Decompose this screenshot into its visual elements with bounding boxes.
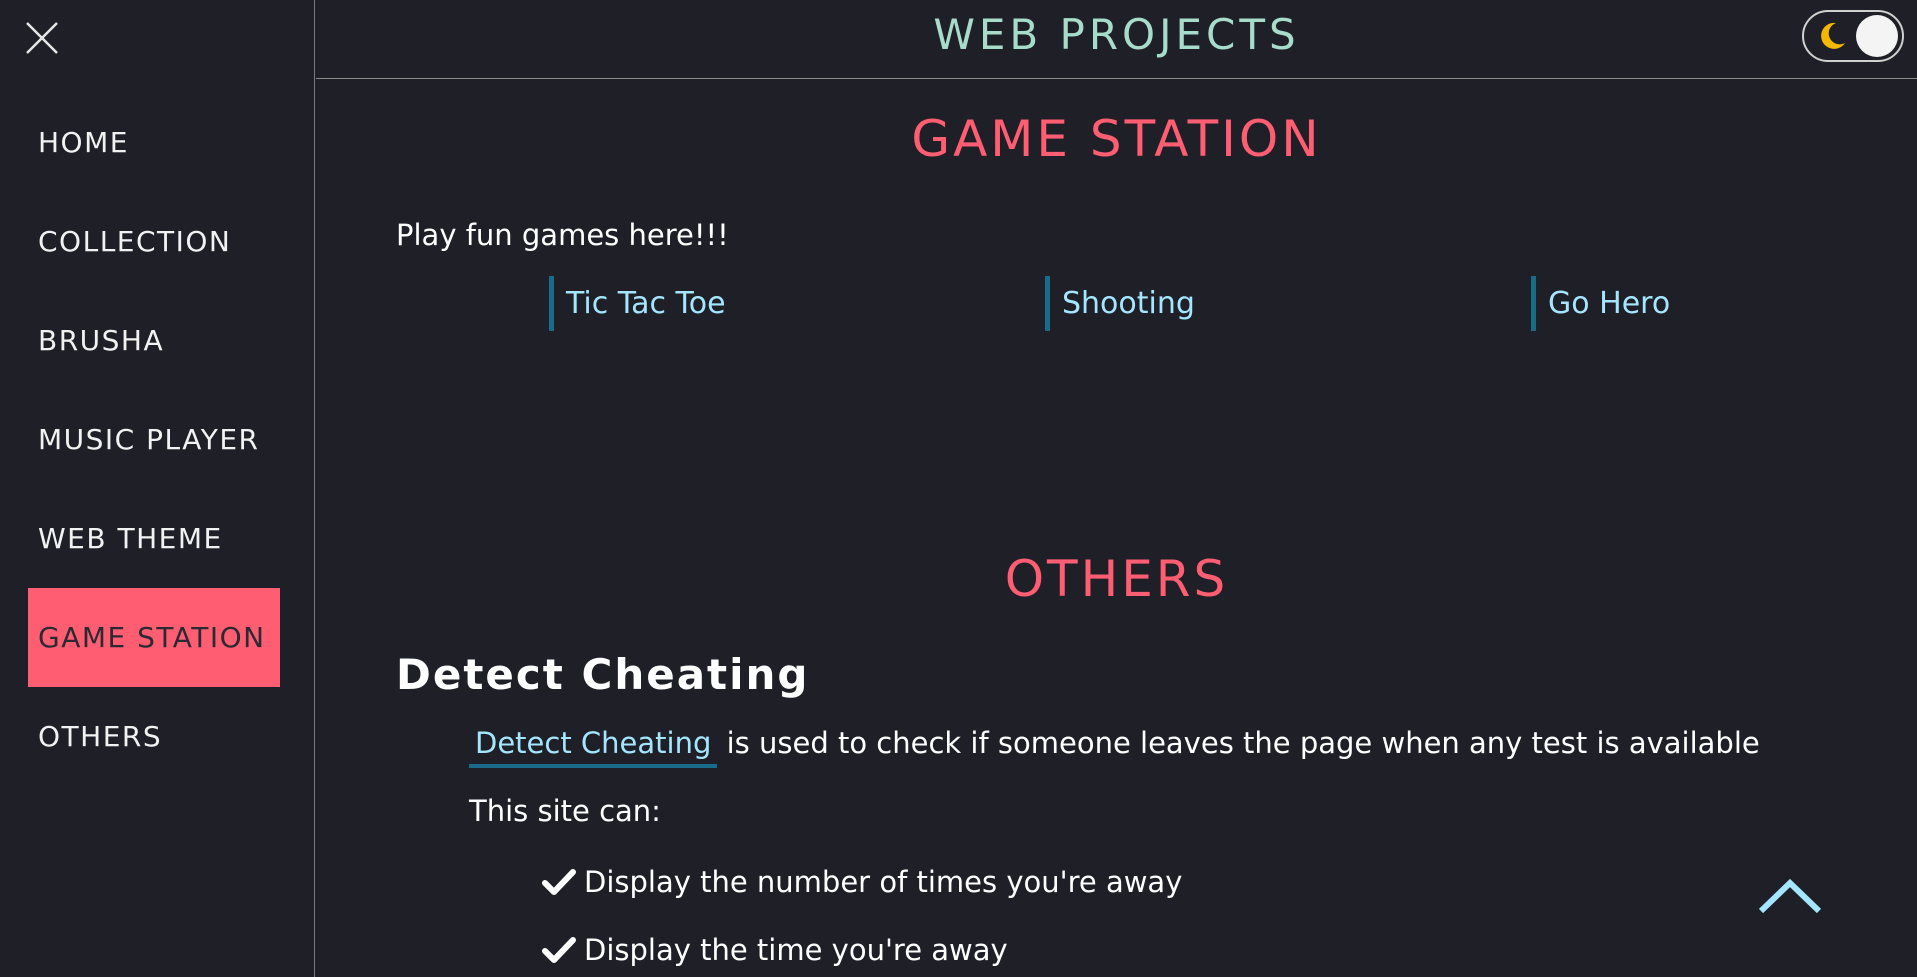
main-content: GAME STATION Play fun games here!!! Tic …	[316, 80, 1917, 977]
detect-cheating-description: Detect Cheating is used to check if some…	[469, 726, 1760, 768]
feature-item: Display the time you're away	[542, 933, 1008, 967]
scroll-to-top-button[interactable]	[1757, 875, 1823, 915]
game-link-shooting[interactable]: Shooting	[1045, 276, 1195, 331]
detect-cheating-link[interactable]: Detect Cheating	[469, 726, 718, 768]
feature-text: Display the time you're away	[584, 933, 1008, 967]
sidebar-nav: HOME COLLECTION BRUSHA MUSIC PLAYER WEB …	[28, 93, 280, 786]
sidebar-item-collection[interactable]: COLLECTION	[28, 192, 280, 291]
feature-text: Display the number of times you're away	[584, 865, 1183, 899]
sidebar-item-brusha[interactable]: BRUSHA	[28, 291, 280, 390]
sidebar-item-others[interactable]: OTHERS	[28, 687, 280, 786]
game-link-go-hero[interactable]: Go Hero	[1531, 276, 1670, 331]
close-icon[interactable]	[24, 20, 60, 56]
moon-icon	[1821, 22, 1845, 49]
description-text: is used to check if someone leaves the p…	[726, 726, 1760, 760]
sidebar-item-game-station[interactable]: GAME STATION	[28, 588, 280, 687]
game-station-intro: Play fun games here!!!	[396, 218, 729, 252]
sidebar-item-web-theme[interactable]: WEB THEME	[28, 489, 280, 588]
app-title: WEB PROJECTS	[933, 10, 1300, 59]
check-icon	[542, 869, 576, 895]
detect-cheating-heading: Detect Cheating	[396, 650, 810, 699]
others-title: OTHERS	[1004, 550, 1229, 608]
theme-toggle[interactable]	[1802, 10, 1904, 62]
sidebar-item-music-player[interactable]: MUSIC PLAYER	[28, 390, 280, 489]
game-station-title: GAME STATION	[911, 110, 1322, 168]
top-bar: WEB PROJECTS	[316, 0, 1917, 79]
chevron-up-icon	[1758, 878, 1822, 914]
check-icon	[542, 937, 576, 963]
game-link-tic-tac-toe[interactable]: Tic Tac Toe	[549, 276, 726, 331]
toggle-knob	[1856, 15, 1898, 57]
site-can-label: This site can:	[469, 794, 661, 828]
sidebar-item-home[interactable]: HOME	[28, 93, 280, 192]
sidebar: HOME COLLECTION BRUSHA MUSIC PLAYER WEB …	[0, 0, 315, 977]
feature-item: Display the number of times you're away	[542, 865, 1182, 899]
